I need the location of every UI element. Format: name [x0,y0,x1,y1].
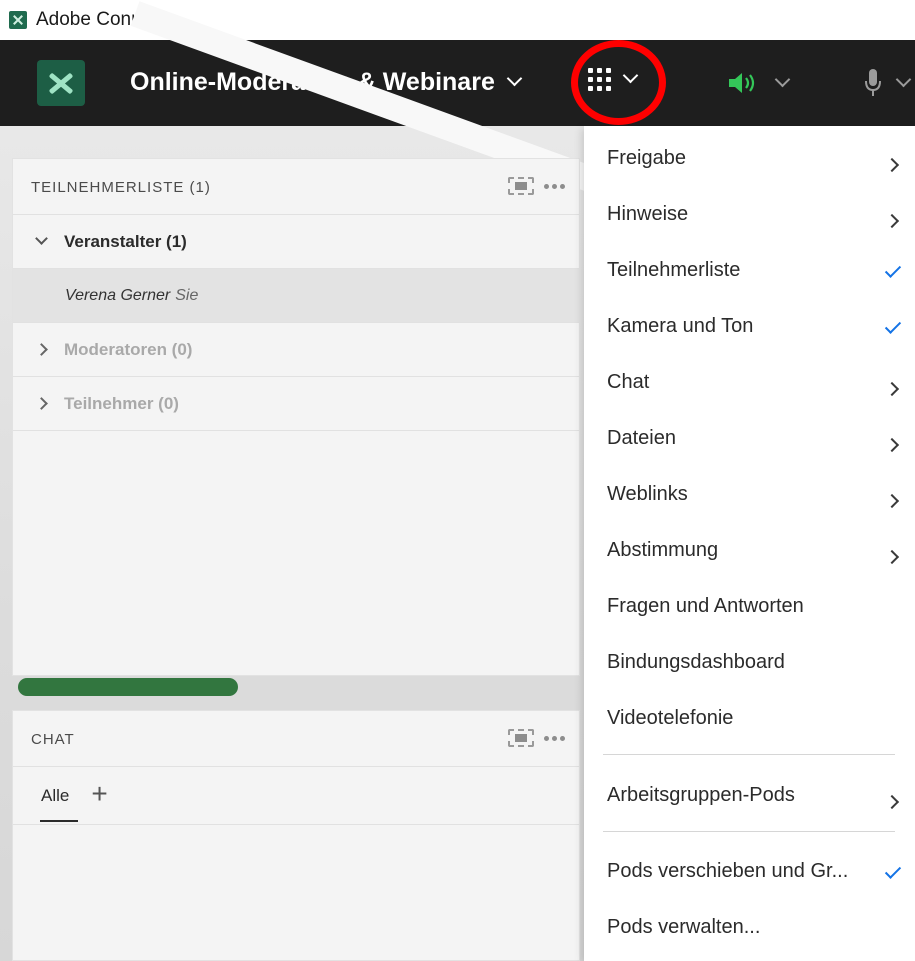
chat-tabs: Alle + [13,767,579,825]
speaker-icon [729,73,755,93]
chat-pod: CHAT Alle + [12,710,580,961]
app-header: Online-Moderation & Webinare [0,40,915,126]
chevron-right-icon [884,381,900,397]
presenters-group-row[interactable]: Moderatoren (0) [13,323,579,377]
participants-group-row[interactable]: Teilnehmer (0) [13,377,579,431]
menu-item-label: Abstimmung [607,538,719,561]
menu-item-abstimmung[interactable]: Abstimmung [584,522,915,578]
chevron-right-icon [884,437,900,453]
chevron-right-icon [35,343,48,356]
fullscreen-icon[interactable] [508,177,534,195]
menu-item-arbeitsgruppen-pods[interactable]: Arbeitsgruppen-Pods [584,767,915,823]
menu-item-kamera-und-ton[interactable]: Kamera und Ton [584,298,915,354]
adobe-connect-icon [9,11,27,29]
tab-all[interactable]: Alle [39,786,79,822]
menu-item-weblinks[interactable]: Weblinks [584,466,915,522]
menu-item-freigabe[interactable]: Freigabe [584,130,915,186]
menu-item-teilnehmerliste[interactable]: Teilnehmerliste [584,242,915,298]
menu-item-label: Dateien [607,426,676,449]
speaker-button[interactable] [727,70,791,96]
host-group-row[interactable]: Veranstalter (1) [13,215,579,269]
adobe-connect-logo-icon [37,60,85,106]
menu-item-label: Bindungsdashboard [607,650,785,673]
menu-item-dateien[interactable]: Dateien [584,410,915,466]
checkmark-icon [884,862,902,879]
menu-divider [603,754,895,755]
pod-header: CHAT [13,711,579,767]
pod-tools [508,729,565,747]
menu-item-label: Chat [607,370,650,393]
menu-item-label: Kamera und Ton [607,314,754,337]
menu-item-label: Fragen und Antworten [607,594,804,617]
menu-item-label: Hinweise [607,202,689,225]
chevron-down-icon [506,70,523,87]
chevron-down-icon [774,71,791,87]
pod-tools [508,177,565,195]
pod-header: TEILNEHMERLISTE (1) [13,159,579,215]
pods-dropdown-menu: Freigabe Hinweise Teilnehmerliste Kamera… [584,126,915,961]
menu-divider [603,831,895,832]
participants-group-label: Teilnehmer (0) [64,393,179,413]
menu-item-label: Pods verschieben und Gr... [607,859,849,882]
chevron-right-icon [884,493,900,509]
menu-item-label: Teilnehmerliste [607,258,741,281]
highlight-circle [571,40,666,125]
menu-item-fragen-und-antworten[interactable]: Fragen und Antworten [584,578,915,634]
chevron-down-icon [35,232,48,245]
chevron-right-icon [35,397,48,410]
checkmark-icon [884,261,902,278]
attendee-you-label: Sie [175,286,199,304]
presenters-group-label: Moderatoren (0) [64,339,193,359]
attendee-name: Verena Gerner [65,286,171,304]
chevron-right-icon [884,213,900,229]
more-icon[interactable] [544,183,565,189]
pod-title: CHAT [31,731,75,748]
chevron-right-icon [884,794,900,810]
participants-pod: TEILNEHMERLISTE (1) Veranstalter (1) Ver… [12,158,580,676]
microphone-icon [865,69,881,96]
chevron-down-icon [895,71,912,87]
menu-item-label: Freigabe [607,146,686,169]
chevron-right-icon [884,549,900,565]
menu-item-chat[interactable]: Chat [584,354,915,410]
menu-item-label: Pods verwalten... [607,915,761,938]
menu-item-label: Arbeitsgruppen-Pods [607,783,795,806]
menu-item-label: Videotelefonie [607,706,734,729]
menu-item-bindungsdashboard[interactable]: Bindungsdashboard [584,634,915,690]
menu-item-hinweise[interactable]: Hinweise [584,186,915,242]
fullscreen-icon[interactable] [508,729,534,747]
checkmark-icon [884,317,902,334]
pod-title: TEILNEHMERLISTE (1) [31,179,211,196]
microphone-button[interactable] [864,68,912,98]
menu-item-videotelefonie[interactable]: Videotelefonie [584,690,915,746]
menu-item-pods-verschieben[interactable]: Pods verschieben und Gr... [584,843,915,899]
plus-icon[interactable]: + [91,779,107,808]
menu-item-pods-verwalten[interactable]: Pods verwalten... [584,899,915,955]
host-group-label: Veranstalter (1) [64,231,187,251]
chevron-right-icon [884,157,900,173]
menu-item-label: Weblinks [607,482,688,505]
attendee-row[interactable]: Verena Gerner Sie [13,269,579,323]
more-icon[interactable] [544,735,565,741]
